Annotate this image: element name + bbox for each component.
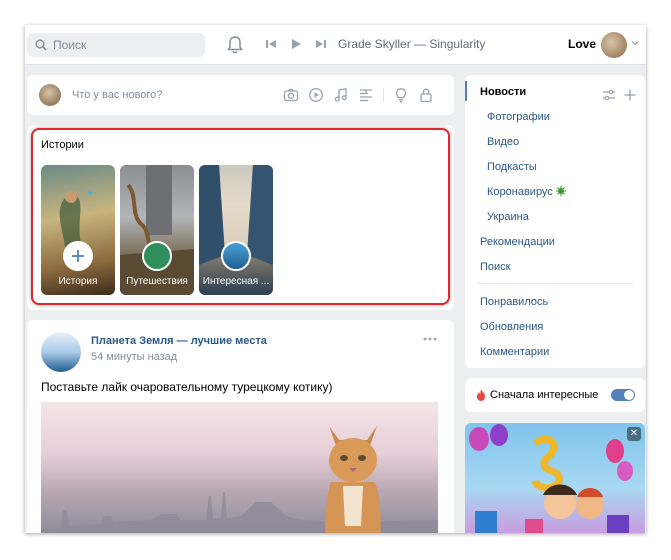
story-label: История [58,276,98,287]
story-create[interactable]: История [41,165,115,295]
chevron-down-icon[interactable] [631,39,639,47]
composer-tools [283,87,434,103]
nav-item-label: Коронавирус [487,186,553,198]
post-text: Поставьте лайк очаровательному турецкому… [41,380,333,394]
search-icon [35,39,47,51]
nav-item-photos[interactable]: Фотографии [487,111,550,123]
user-name[interactable]: Love [568,37,596,51]
track-title[interactable]: Grade Skyller — Singularity [338,37,485,51]
tune-icon[interactable] [603,89,615,101]
play-icon[interactable] [290,38,302,50]
news-nav: Новости Фотографии Видео Подкасты Корона… [465,75,645,368]
story-label: Интересная ... [202,276,270,287]
post-image[interactable] [41,402,438,533]
divider [383,88,384,102]
vk-window: Поиск Grade Skyller — Singularity Love Ч… [25,25,646,533]
toggle-label: Сначала интересные [490,389,599,401]
close-icon[interactable]: ✕ [627,427,641,441]
bell-icon[interactable] [226,35,244,55]
nav-item-coronavirus[interactable]: Коронавирус [487,186,566,198]
story-avatar [142,241,172,271]
prev-icon[interactable] [265,38,277,50]
post-author[interactable]: Планета Земля — лучшие места [91,335,267,347]
avatar[interactable] [41,332,81,372]
stories-block: Истории История Путешествия Интересная .… [27,125,454,310]
plus-icon [72,250,84,262]
story-label: Путешествия [126,276,188,287]
post-composer[interactable]: Что у вас нового? [27,75,454,115]
article-icon[interactable] [358,87,374,103]
lock-icon[interactable] [418,87,434,103]
plus-icon[interactable] [624,89,636,101]
cat-image [325,426,381,533]
video-icon[interactable] [308,87,324,103]
feed-post: Планета Земля — лучшие места 54 минуты н… [27,320,454,533]
nav-item-liked[interactable]: Понравилось [480,296,548,308]
post-time[interactable]: 54 минуты назад [91,351,177,363]
nav-item-search[interactable]: Поиск [480,261,510,273]
next-icon[interactable] [315,38,327,50]
story-item[interactable]: Интересная ... [199,165,273,295]
nav-item-podcasts[interactable]: Подкасты [487,161,537,173]
top-bar: Поиск Grade Skyller — Singularity Love [25,25,646,65]
avatar [39,84,61,106]
search-input[interactable]: Поиск [27,33,205,57]
interesting-first-toggle[interactable] [611,389,635,401]
story-avatar [221,241,251,271]
nav-item-news[interactable]: Новости [480,86,526,98]
nav-item-comments[interactable]: Комментарии [480,346,549,358]
stories-title: Истории [41,139,84,151]
camera-icon[interactable] [283,87,299,103]
add-story-button[interactable] [63,241,93,271]
ad-banner[interactable]: ✕ [465,423,645,533]
nav-item-updates[interactable]: Обновления [480,321,543,333]
virus-icon [555,186,566,196]
ad-image [469,424,633,533]
nav-item-ukraine[interactable]: Украина [487,211,529,223]
toggle-knob [624,390,634,400]
interesting-first-toggle-row: Сначала интересные [465,378,645,412]
nav-item-video[interactable]: Видео [487,136,519,148]
audio-player [265,38,327,50]
nav-item-recommendations[interactable]: Рекомендации [480,236,555,248]
story-item[interactable]: Путешествия [120,165,194,295]
divider [477,283,633,284]
composer-placeholder[interactable]: Что у вас нового? [72,89,162,101]
search-placeholder: Поиск [53,38,87,52]
avatar[interactable] [601,32,627,58]
idea-icon[interactable] [393,87,409,103]
more-icon[interactable] [423,336,437,342]
active-indicator [465,81,467,101]
fire-icon [477,389,485,401]
music-icon[interactable] [333,87,349,103]
